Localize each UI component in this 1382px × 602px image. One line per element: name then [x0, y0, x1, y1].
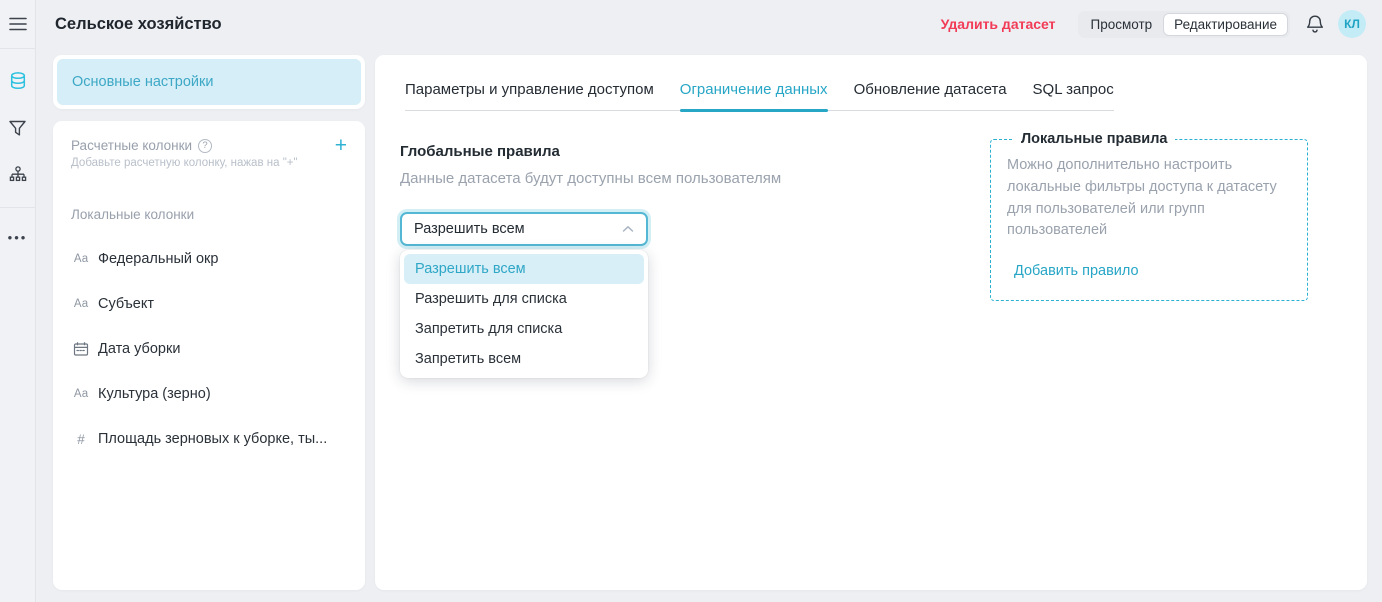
rail-nav-group — [0, 49, 35, 207]
column-item[interactable]: Аа Субъект — [71, 296, 347, 312]
mode-toggle: Просмотр Редактирование — [1078, 11, 1291, 38]
tabs-row: Параметры и управление доступом Ограниче… — [405, 81, 1114, 111]
database-icon[interactable] — [8, 71, 28, 91]
calc-columns-hint: Добавьте расчетную колонку, нажав на "+" — [71, 157, 347, 169]
delete-dataset-button[interactable]: Удалить датасет — [941, 16, 1056, 32]
tab-sql-query[interactable]: SQL запрос — [1033, 81, 1114, 110]
calc-columns-header: Расчетные колонки ? + — [71, 138, 347, 153]
columns-card: Расчетные колонки ? + Добавьте расчетную… — [53, 121, 365, 590]
avatar[interactable]: КЛ — [1338, 10, 1366, 38]
tab-params-access[interactable]: Параметры и управление доступом — [405, 81, 654, 110]
column-item[interactable]: Аа Культура (зерно) — [71, 386, 347, 402]
local-rules-box: Локальные правила Можно дополнительно на… — [990, 131, 1308, 301]
column-label: Культура (зерно) — [98, 386, 211, 402]
mode-edit-button[interactable]: Редактирование — [1163, 13, 1288, 36]
local-rules-title: Локальные правила — [1014, 131, 1175, 147]
add-column-button[interactable]: + — [335, 139, 347, 153]
access-select-menu: Разрешить всем Разрешить для списка Запр… — [400, 250, 648, 378]
chevron-up-icon — [622, 225, 634, 233]
access-select[interactable]: Разрешить всем — [400, 212, 648, 246]
sidebar-item-main-settings[interactable]: Основные настройки — [57, 59, 361, 105]
menu-option-deny-all[interactable]: Запретить всем — [404, 344, 644, 374]
access-select-wrap: Разрешить всем Разрешить всем Разрешить … — [400, 212, 648, 246]
string-type-icon: Аа — [71, 388, 91, 400]
filter-icon[interactable] — [8, 118, 28, 138]
menu-icon — [8, 14, 28, 34]
page-title: Сельское хозяйство — [55, 15, 222, 34]
calendar-icon — [71, 341, 91, 357]
column-label: Субъект — [98, 296, 154, 312]
global-rules-section: Глобальные правила Данные датасета будут… — [400, 131, 781, 246]
tab-data-restriction[interactable]: Ограничение данных — [680, 81, 828, 110]
menu-option-allow-list[interactable]: Разрешить для списка — [404, 284, 644, 314]
hierarchy-icon[interactable] — [8, 165, 28, 185]
global-rules-title: Глобальные правила — [400, 143, 781, 160]
column-item[interactable]: Дата уборки — [71, 341, 347, 357]
column-item[interactable]: Аа Федеральный окр — [71, 251, 347, 267]
bell-icon[interactable] — [1306, 14, 1324, 34]
settings-card: Основные настройки — [53, 55, 365, 109]
menu-option-deny-list[interactable]: Запретить для списка — [404, 314, 644, 344]
local-rules-description: Можно дополнительно настроить локальные … — [1007, 155, 1293, 242]
local-columns-label: Локальные колонки — [71, 207, 347, 222]
access-select-value: Разрешить всем — [414, 221, 525, 237]
menu-option-allow-all[interactable]: Разрешить всем — [404, 254, 644, 284]
string-type-icon: Аа — [71, 253, 91, 265]
tab-dataset-update[interactable]: Обновление датасета — [854, 81, 1007, 110]
add-rule-link[interactable]: Добавить правило — [1014, 263, 1139, 279]
column-label: Площадь зерновых к уборке, ты... — [98, 431, 327, 447]
more-icon[interactable]: ••• — [8, 208, 28, 245]
number-type-icon: # — [71, 432, 91, 447]
left-icon-rail: ••• — [0, 0, 36, 602]
top-bar: Сельское хозяйство Удалить датасет Просм… — [36, 0, 1382, 48]
sidebar: Основные настройки Расчетные колонки ? +… — [53, 55, 365, 590]
restriction-content: Глобальные правила Данные датасета будут… — [375, 131, 1367, 301]
string-type-icon: Аа — [71, 298, 91, 310]
calc-columns-title: Расчетные колонки — [71, 138, 192, 153]
question-circle-icon[interactable]: ? — [198, 139, 212, 153]
menu-button[interactable] — [0, 0, 35, 49]
column-label: Федеральный окр — [98, 251, 218, 267]
content-area: Основные настройки Расчетные колонки ? +… — [36, 48, 1382, 602]
global-rules-subtitle: Данные датасета будут доступны всем поль… — [400, 170, 781, 187]
main-panel: Параметры и управление доступом Ограниче… — [375, 55, 1367, 590]
column-item[interactable]: # Площадь зерновых к уборке, ты... — [71, 431, 347, 447]
column-label: Дата уборки — [98, 341, 180, 357]
mode-view-button[interactable]: Просмотр — [1080, 13, 1164, 36]
